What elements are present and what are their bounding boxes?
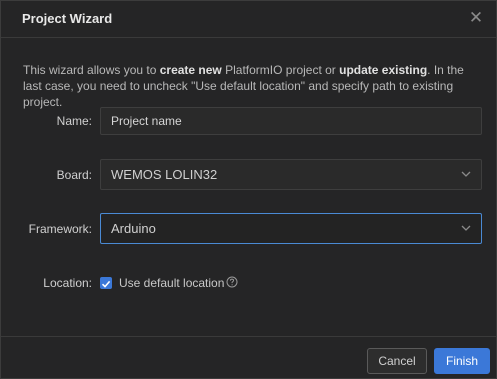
use-default-location-label[interactable]: Use default location: [119, 276, 224, 290]
help-circle-icon[interactable]: [226, 276, 238, 288]
framework-selected-value: Arduino: [111, 221, 156, 236]
intro-text-1: This wizard allows you to: [23, 63, 160, 77]
cancel-button[interactable]: Cancel: [367, 348, 427, 374]
project-name-input[interactable]: Project name: [100, 107, 482, 135]
chevron-down-icon: [461, 225, 471, 231]
location-label: Location:: [43, 276, 92, 290]
close-icon[interactable]: ✕: [468, 9, 484, 27]
chevron-down-icon: [461, 171, 471, 177]
board-select[interactable]: WEMOS LOLIN32: [100, 159, 482, 190]
use-default-location-checkbox[interactable]: [100, 277, 112, 289]
board-label: Board:: [56, 168, 92, 182]
dialog-header: Project Wizard ✕: [1, 1, 496, 38]
wizard-description: This wizard allows you to create new Pla…: [23, 62, 478, 110]
intro-bold-update-existing: update existing: [339, 63, 428, 77]
framework-select[interactable]: Arduino: [100, 213, 482, 244]
board-selected-value: WEMOS LOLIN32: [111, 167, 218, 182]
project-wizard-dialog: Project Wizard ✕ This wizard allows you …: [0, 0, 497, 379]
checkmark-icon: [101, 280, 111, 288]
intro-bold-create-new: create new: [159, 63, 222, 77]
intro-text-2: PlatformIO project or: [221, 63, 340, 77]
dialog-title: Project Wizard: [22, 11, 113, 26]
name-label: Name:: [56, 114, 92, 128]
finish-button[interactable]: Finish: [434, 348, 490, 374]
framework-label: Framework:: [28, 222, 92, 236]
